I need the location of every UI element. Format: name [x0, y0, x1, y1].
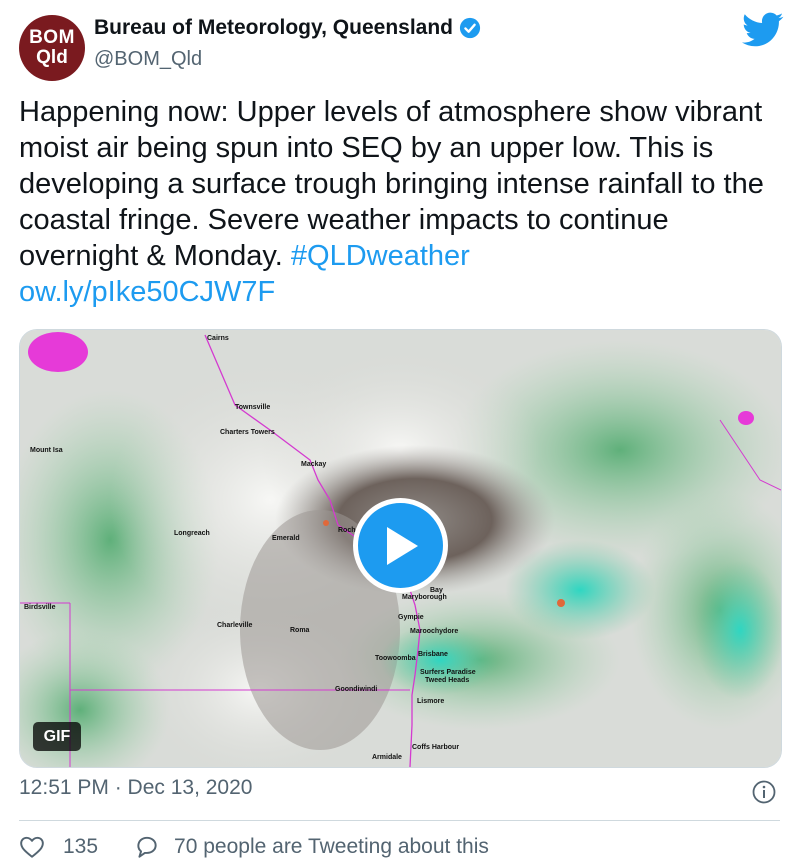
map-label: Mackay [301, 461, 327, 468]
map-label: Charters Towers [220, 429, 275, 436]
speech-bubble-icon [137, 836, 157, 858]
map-label: Emerald [272, 535, 300, 542]
url-link[interactable]: ow.ly/pIke50CJW7F [19, 276, 275, 308]
tweet-timestamp[interactable]: 12:51 PM · Dec 13, 2020 [19, 776, 252, 800]
map-label: Longreach [174, 530, 210, 537]
tweet-text: Happening now: Upper levels of atmospher… [19, 94, 784, 310]
map-label: Bay [430, 587, 443, 594]
play-button[interactable] [353, 498, 448, 593]
map-label: Roma [290, 627, 310, 634]
map-label: Roch [338, 527, 356, 534]
map-label: Goondiwindi [335, 686, 378, 693]
tweeting-about-label: 70 people are Tweeting about this [174, 835, 489, 858]
map-label: Lismore [417, 698, 445, 705]
map-label: Cairns [207, 335, 229, 342]
map-label: Coffs Harbour [412, 744, 460, 751]
tweet-actions: 135 70 people are Tweeting about this [19, 834, 489, 860]
avatar-text-bottom: Qld [36, 47, 68, 68]
map-label: Surfers Paradise [420, 669, 476, 676]
map-label: Birdsville [24, 604, 56, 611]
divider [19, 820, 780, 821]
user-handle[interactable]: @BOM_Qld [94, 48, 202, 71]
media-gif[interactable]: Cairns Townsville Charters Towers Mount … [19, 329, 782, 768]
map-label: Toowoomba [375, 655, 416, 662]
map-label: Townsville [235, 404, 271, 411]
map-label: Armidale [372, 754, 402, 761]
gif-badge: GIF [33, 722, 81, 751]
map-label: Tweed Heads [425, 677, 470, 684]
like-count: 135 [63, 835, 99, 858]
hashtag-link[interactable]: #QLDweather [291, 240, 470, 272]
map-label: Mount Isa [30, 447, 63, 454]
map-label: Gympie [398, 614, 424, 621]
info-icon[interactable] [752, 780, 776, 804]
play-icon [386, 526, 418, 565]
avatar[interactable]: BOM Qld [19, 15, 85, 81]
map-label: Maryborough [402, 594, 447, 601]
avatar-text-top: BOM [29, 27, 75, 48]
map-label: Maroochydore [410, 628, 459, 635]
display-name[interactable]: Bureau of Meteorology, Queensland [94, 16, 453, 40]
heart-icon [20, 836, 44, 858]
twitter-bird-icon[interactable] [742, 12, 784, 48]
map-label: Brisbane [418, 651, 448, 658]
like-button[interactable]: 135 [19, 834, 98, 860]
map-label: Charleville [217, 622, 253, 629]
author-name-row: Bureau of Meteorology, Queensland [94, 16, 481, 40]
verified-badge-icon [459, 17, 481, 39]
tweeting-about-link[interactable]: 70 people are Tweeting about this [134, 834, 489, 860]
